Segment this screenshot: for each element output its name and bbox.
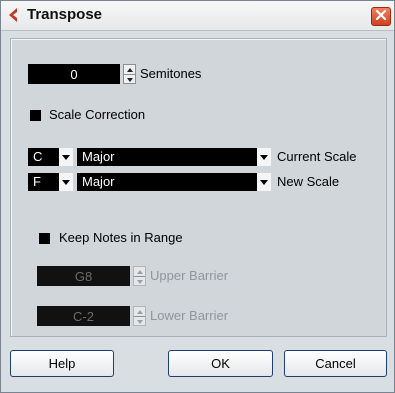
close-icon [375, 9, 387, 24]
current-root-value: C [33, 149, 43, 164]
ok-button[interactable]: OK [168, 350, 273, 377]
lower-barrier-field[interactable]: C-2 [37, 306, 130, 326]
spinner-up-icon[interactable] [134, 267, 145, 276]
upper-barrier-label: Upper Barrier [150, 268, 229, 283]
cancel-button[interactable]: Cancel [284, 350, 387, 377]
spinner-down-icon[interactable] [134, 316, 145, 326]
lower-barrier-spinner[interactable] [133, 306, 146, 326]
new-scale-value: Major [82, 174, 115, 189]
new-root-dropdown[interactable]: F [28, 173, 73, 191]
transpose-dialog: Transpose 0 Semitones Scale Correction C… [0, 0, 395, 393]
semitones-spinner[interactable] [123, 64, 136, 84]
new-scale-label: New Scale [277, 174, 340, 189]
upper-barrier-spinner[interactable] [133, 266, 146, 286]
keep-notes-in-range-label: Keep Notes in Range [59, 230, 183, 245]
scale-correction-checkbox[interactable] [30, 110, 41, 121]
spinner-down-icon[interactable] [134, 276, 145, 286]
keep-notes-in-range-checkbox[interactable] [39, 233, 50, 244]
semitones-label: Semitones [140, 66, 202, 81]
current-scale-value: Major [82, 149, 115, 164]
current-scale-dropdown[interactable]: Major [77, 148, 271, 166]
spinner-up-icon[interactable] [134, 307, 145, 316]
transpose-arrow-icon [6, 7, 22, 23]
close-button[interactable] [371, 7, 391, 26]
spinner-up-icon[interactable] [124, 65, 135, 74]
upper-barrier-field[interactable]: G8 [37, 266, 130, 286]
dialog-title: Transpose [27, 6, 103, 23]
chevron-down-icon[interactable] [256, 148, 271, 166]
lower-barrier-label: Lower Barrier [150, 308, 229, 323]
new-root-value: F [33, 174, 41, 189]
chevron-down-icon[interactable] [58, 173, 73, 191]
semitones-field[interactable]: 0 [28, 64, 120, 84]
scale-correction-label: Scale Correction [49, 107, 146, 122]
spinner-down-icon[interactable] [124, 74, 135, 84]
current-scale-label: Current Scale [277, 149, 357, 164]
new-scale-dropdown[interactable]: Major [77, 173, 271, 191]
help-button[interactable]: Help [10, 350, 114, 377]
current-root-dropdown[interactable]: C [28, 148, 73, 166]
chevron-down-icon[interactable] [256, 173, 271, 191]
title-bar[interactable]: Transpose [1, 1, 394, 31]
chevron-down-icon[interactable] [58, 148, 73, 166]
